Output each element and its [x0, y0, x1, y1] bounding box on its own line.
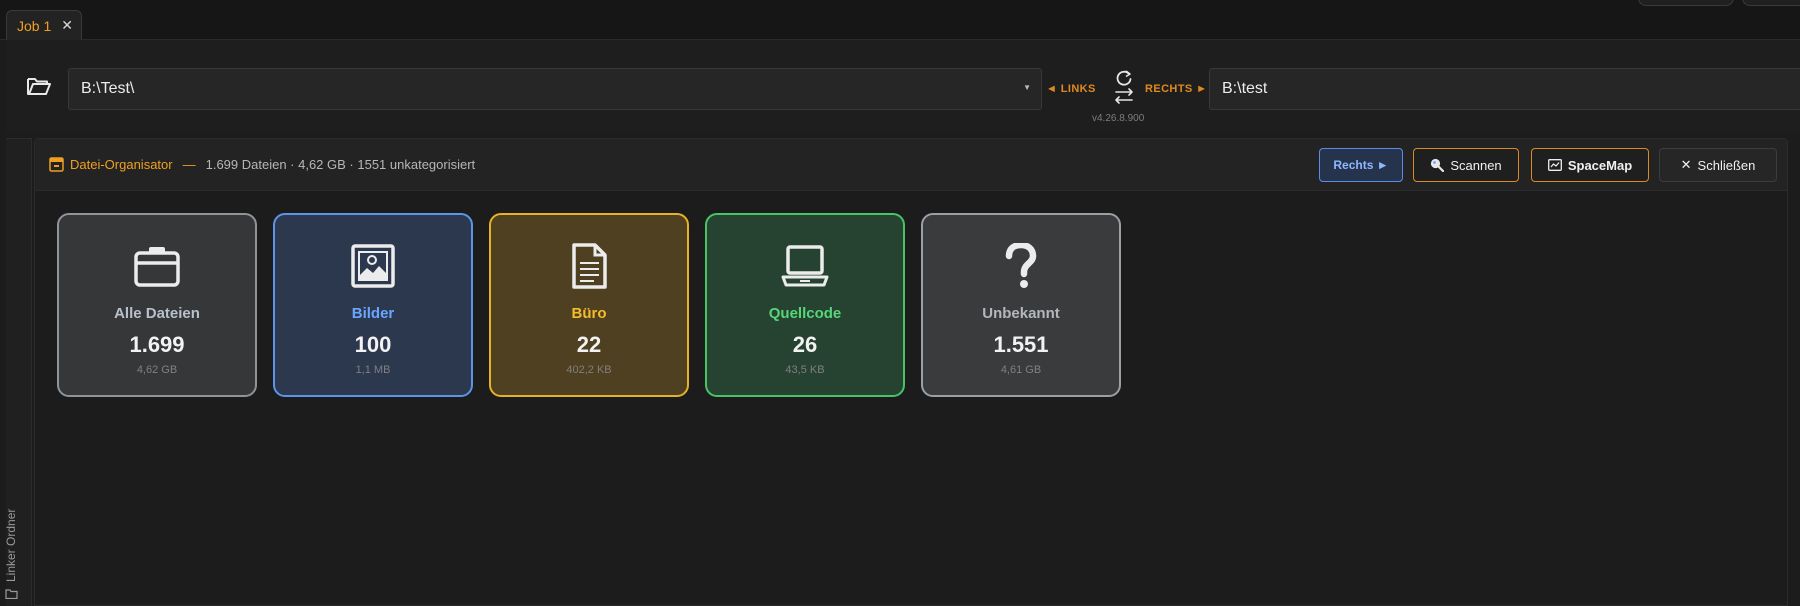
category-card-office[interactable]: Büro 22 402,2 KB: [489, 213, 689, 397]
refresh-icon[interactable]: [1106, 68, 1142, 108]
close-button[interactable]: ✕ Schließen: [1659, 148, 1777, 182]
tab-close-icon[interactable]: ✕: [61, 17, 73, 34]
image-icon: [348, 241, 398, 291]
panel-stats: 1.699 Dateien · 4,62 GB · 1551 unkategor…: [205, 157, 476, 172]
rechts-label: RECHTS ►: [1145, 83, 1208, 95]
document-icon: [564, 241, 614, 291]
card-count: 100: [354, 332, 392, 357]
rechts-button[interactable]: Rechts ►: [1319, 148, 1403, 182]
close-icon: ✕: [1680, 157, 1692, 172]
card-name: Büro: [571, 305, 607, 322]
file-organizer-panel: Datei-Organisator — 1.699 Dateien · 4,62…: [34, 138, 1788, 606]
card-name: Alle Dateien: [114, 305, 200, 322]
category-card-unknown[interactable]: Unbekannt 1.551 4,61 GB: [921, 213, 1121, 397]
card-size: 4,61 GB: [1000, 364, 1042, 376]
left-path-input[interactable]: B:\Test\ ▼: [68, 68, 1042, 110]
card-size: 43,5 KB: [785, 364, 825, 376]
archive-box-icon: [49, 157, 64, 172]
links-label: ◄ LINKS: [1046, 83, 1096, 95]
panel-header: Datei-Organisator — 1.699 Dateien · 4,62…: [35, 139, 1787, 191]
folder-icon: [4, 589, 18, 599]
panel-title-dash: —: [182, 157, 196, 172]
category-card-all-files[interactable]: Alle Dateien 1.699 4,62 GB: [57, 213, 257, 397]
scan-button[interactable]: Scannen: [1413, 148, 1519, 182]
tab-strip: Job 1 ✕: [0, 0, 1800, 40]
close-button-label: Schließen: [1697, 157, 1756, 173]
right-path-value: B:\test: [1222, 80, 1268, 97]
spacemap-button-label: SpaceMap: [1567, 157, 1633, 173]
card-size: 1,1 MB: [355, 364, 391, 376]
chart-icon: [1547, 159, 1562, 171]
tab-label: Job 1: [17, 17, 52, 34]
card-name: Quellcode: [768, 305, 842, 322]
search-icon: [1431, 158, 1445, 172]
open-folder-icon[interactable]: [26, 74, 52, 98]
tab-job-1[interactable]: Job 1 ✕: [6, 10, 82, 40]
laptop-icon: [780, 241, 830, 291]
rail-label-text: Linker Ordner: [4, 508, 18, 582]
question-icon: [996, 241, 1046, 291]
card-size: 4,62 GB: [136, 364, 178, 376]
version-label: v4.26.8.900: [1092, 113, 1145, 124]
left-folder-rail-label[interactable]: Linker Ordner: [4, 509, 18, 600]
category-card-source-code[interactable]: Quellcode 26 43,5 KB: [705, 213, 905, 397]
panel-title: Datei-Organisator — 1.699 Dateien · 4,62…: [49, 157, 475, 172]
path-bar: B:\Test\ ▼ ◄ LINKS v4.26.8.900 RECHTS ► …: [6, 40, 1800, 132]
card-count: 1.551: [993, 332, 1049, 357]
category-card-images[interactable]: Bilder 100 1,1 MB: [273, 213, 473, 397]
card-name: Unbekannt: [982, 305, 1060, 322]
dropdown-arrow-icon[interactable]: ▼: [1023, 83, 1031, 92]
scan-button-label: Scannen: [1450, 157, 1502, 173]
card-count: 1.699: [129, 332, 185, 357]
card-size: 402,2 KB: [566, 364, 612, 376]
card-count: 22: [576, 332, 602, 357]
card-count: 26: [792, 332, 818, 357]
swap-controls: [1106, 68, 1142, 108]
left-path-value: B:\Test\: [81, 80, 135, 97]
panel-title-name: Datei-Organisator: [70, 157, 173, 172]
right-path-input[interactable]: B:\test: [1209, 68, 1800, 110]
rechts-button-label: Rechts ►: [1333, 158, 1389, 172]
folder-icon: [132, 241, 182, 291]
card-name: Bilder: [351, 305, 395, 322]
spacemap-button[interactable]: SpaceMap: [1531, 148, 1649, 182]
top-right-button-2[interactable]: [1742, 0, 1800, 6]
top-right-button[interactable]: [1638, 0, 1734, 6]
